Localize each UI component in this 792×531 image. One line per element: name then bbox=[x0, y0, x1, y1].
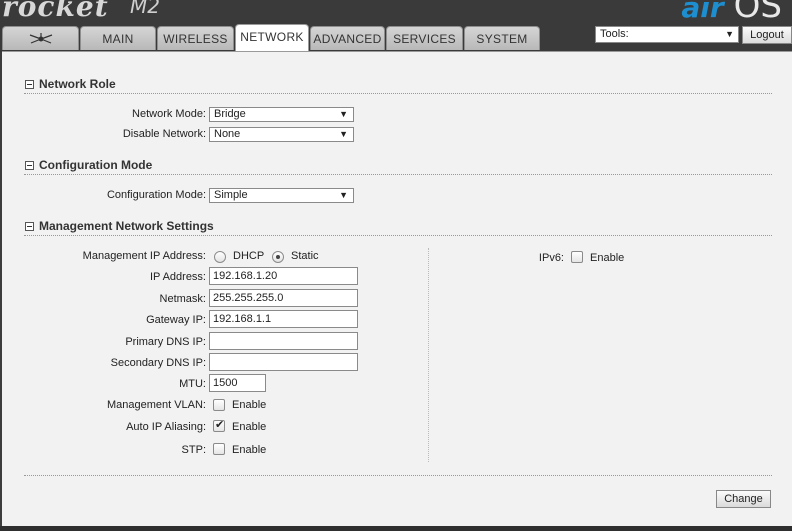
section-divider bbox=[24, 475, 772, 476]
configuration-mode-select[interactable]: Simple ▼ bbox=[209, 188, 354, 203]
tab-advanced[interactable]: ADVANCED bbox=[310, 26, 385, 50]
auto-ip-aliasing-checkbox[interactable] bbox=[213, 418, 225, 432]
tab-network[interactable]: NETWORK bbox=[235, 24, 309, 51]
primary-dns-input[interactable] bbox=[209, 332, 358, 350]
disable-network-label: Disable Network: bbox=[122, 128, 206, 140]
tools-dropdown-value: Tools: bbox=[600, 28, 629, 40]
static-label: Static bbox=[291, 250, 319, 262]
change-button[interactable]: Change bbox=[716, 490, 771, 508]
tab-main[interactable]: MAIN bbox=[80, 26, 156, 50]
tab-ubnt-logo[interactable] bbox=[2, 26, 79, 50]
dropdown-arrow-icon: ▼ bbox=[339, 129, 348, 139]
logout-button[interactable]: Logout bbox=[742, 26, 792, 44]
network-mode-select[interactable]: Bridge ▼ bbox=[209, 107, 354, 122]
dhcp-radio[interactable] bbox=[214, 251, 226, 263]
disable-network-value: None bbox=[214, 128, 241, 140]
network-mode-value: Bridge bbox=[214, 108, 246, 120]
section-title: Management Network Settings bbox=[39, 219, 214, 233]
section-divider bbox=[24, 174, 772, 175]
gateway-ip-input[interactable]: 192.168.1.1 bbox=[209, 310, 358, 328]
airos-logo-prefix: air bbox=[681, 0, 724, 24]
collapse-icon bbox=[25, 80, 34, 89]
dropdown-arrow-icon: ▼ bbox=[339, 109, 348, 119]
secondary-dns-label: Secondary DNS IP: bbox=[110, 357, 206, 369]
stp-label: STP: bbox=[181, 444, 206, 456]
airos-logo-suffix: OS bbox=[733, 0, 782, 26]
dropdown-arrow-icon: ▼ bbox=[725, 29, 734, 39]
stp-enable-label: Enable bbox=[232, 444, 267, 456]
ipv6-checkbox[interactable] bbox=[571, 251, 583, 263]
tab-system[interactable]: SYSTEM bbox=[464, 26, 540, 50]
collapse-icon bbox=[25, 222, 34, 231]
brand-logo: rocket bbox=[2, 0, 109, 23]
configuration-mode-value: Simple bbox=[214, 189, 248, 201]
section-divider bbox=[24, 93, 772, 94]
airos-logo: air OS bbox=[681, 0, 782, 26]
dropdown-arrow-icon: ▼ bbox=[339, 190, 348, 200]
netmask-input[interactable]: 255.255.255.0 bbox=[209, 289, 358, 307]
static-radio[interactable] bbox=[272, 251, 284, 263]
primary-dns-label: Primary DNS IP: bbox=[125, 336, 206, 348]
management-vlan-enable-label: Enable bbox=[232, 399, 267, 411]
netmask-label: Netmask: bbox=[159, 293, 206, 305]
tab-wireless[interactable]: WIRELESS bbox=[157, 26, 234, 50]
section-divider bbox=[24, 235, 772, 236]
network-settings-panel: Network Role Network Mode: Bridge ▼ Disa… bbox=[2, 51, 792, 527]
ipv6-label: IPv6: bbox=[538, 252, 564, 264]
app-header: rocket M2 air OS MAIN WIRELESS NETWORK AD… bbox=[0, 0, 792, 52]
management-vlan-checkbox[interactable] bbox=[213, 399, 225, 411]
mtu-label: MTU: bbox=[179, 378, 206, 390]
ip-address-input[interactable]: 192.168.1.20 bbox=[209, 267, 358, 285]
tools-dropdown[interactable]: Tools: ▼ bbox=[595, 26, 739, 43]
mtu-input[interactable]: 1500 bbox=[209, 374, 266, 392]
collapse-icon bbox=[25, 161, 34, 170]
management-vlan-label: Management VLAN: bbox=[106, 399, 206, 411]
ip-address-label: IP Address: bbox=[149, 271, 206, 283]
configuration-mode-label: Configuration Mode: bbox=[106, 189, 206, 201]
tab-services[interactable]: SERVICES bbox=[386, 26, 463, 50]
disable-network-select[interactable]: None ▼ bbox=[209, 127, 354, 142]
column-separator bbox=[428, 248, 429, 462]
stp-checkbox[interactable] bbox=[213, 443, 225, 455]
auto-ip-aliasing-label: Auto IP Aliasing: bbox=[126, 421, 206, 433]
section-management-network[interactable]: Management Network Settings bbox=[25, 219, 214, 233]
network-mode-label: Network Mode: bbox=[132, 108, 206, 120]
section-configuration-mode[interactable]: Configuration Mode bbox=[25, 158, 152, 172]
dhcp-label: DHCP bbox=[233, 250, 265, 262]
page-footer bbox=[0, 526, 792, 531]
section-title: Network Role bbox=[39, 77, 116, 91]
gateway-ip-label: Gateway IP: bbox=[146, 314, 206, 326]
auto-ip-aliasing-enable-label: Enable bbox=[232, 421, 267, 433]
brand-model: M2 bbox=[130, 0, 160, 18]
ipv6-enable-label: Enable bbox=[590, 252, 625, 264]
secondary-dns-input[interactable] bbox=[209, 353, 358, 371]
ubnt-logo-icon bbox=[29, 33, 52, 44]
section-network-role[interactable]: Network Role bbox=[25, 77, 116, 91]
management-ip-label: Management IP Address: bbox=[82, 250, 206, 262]
section-title: Configuration Mode bbox=[39, 158, 153, 172]
